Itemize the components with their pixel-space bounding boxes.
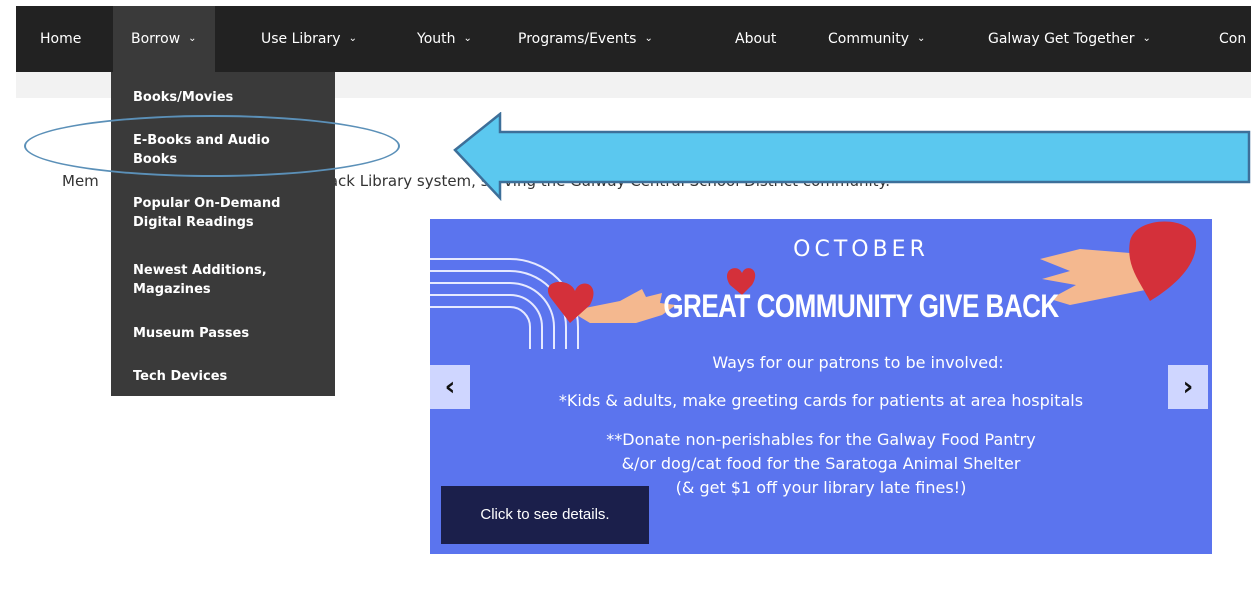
banner-line-1: Ways for our patrons to be involved: <box>712 353 1004 372</box>
nav-contact-label: Con <box>1219 31 1247 47</box>
carousel-next-button[interactable]: › <box>1168 365 1208 409</box>
nav-youth[interactable]: Youth ⌄ <box>417 6 472 72</box>
banner-line-3: **Donate non-perishables for the Galway … <box>606 430 1036 449</box>
banner-line-4: &/or dog/cat food for the Saratoga Anima… <box>621 454 1021 473</box>
dropdown-item-books-movies[interactable]: Books/Movies <box>133 88 323 107</box>
chevron-down-icon: ⌄ <box>644 33 653 44</box>
main-navbar: Home Borrow ⌄ Use Library ⌄ Youth ⌄ Program… <box>16 6 1251 72</box>
carousel-prev-button[interactable]: ‹ <box>430 365 470 409</box>
nav-programs-events-label: Programs/Events <box>518 31 637 47</box>
dropdown-item-tech-devices[interactable]: Tech Devices <box>133 367 323 386</box>
left-arrow-annotation-icon <box>453 112 1251 202</box>
chevron-down-icon: ⌄ <box>463 33 472 44</box>
banner-month: OCTOBER <box>793 237 929 262</box>
dropdown-item-on-demand-readings[interactable]: Popular On-Demand Digital Readings <box>133 194 293 232</box>
highlight-ellipse-annotation <box>24 115 400 177</box>
see-details-button[interactable]: Click to see details. <box>441 486 649 544</box>
chevron-left-icon: ‹ <box>444 372 456 402</box>
dropdown-item-museum-passes[interactable]: Museum Passes <box>133 324 323 343</box>
nav-programs-events[interactable]: Programs/Events ⌄ <box>518 6 653 72</box>
nav-youth-label: Youth <box>417 31 456 47</box>
chevron-down-icon: ⌄ <box>348 33 357 44</box>
nav-use-library-label: Use Library <box>261 31 341 47</box>
banner-line-2: *Kids & adults, make greeting cards for … <box>558 391 1084 410</box>
nav-community[interactable]: Community ⌄ <box>828 6 925 72</box>
nav-about-label: About <box>735 31 777 47</box>
nav-galway-get-together[interactable]: Galway Get Together ⌄ <box>988 6 1151 72</box>
nav-about[interactable]: About <box>735 6 776 72</box>
chevron-down-icon: ⌄ <box>917 33 926 44</box>
tagline-start: Mem <box>62 172 99 190</box>
nav-use-library[interactable]: Use Library ⌄ <box>261 6 357 72</box>
dropdown-item-newest-additions[interactable]: Newest Additions, Magazines <box>133 261 293 299</box>
left-margin <box>0 0 16 594</box>
chevron-down-icon: ⌄ <box>188 33 197 44</box>
nav-community-label: Community <box>828 31 910 47</box>
promo-carousel-slide: OCTOBER GREAT COMMUNITY GIVE BACK Ways f… <box>430 219 1212 554</box>
nav-home[interactable]: Home <box>40 6 81 72</box>
nav-galway-get-together-label: Galway Get Together <box>988 31 1135 47</box>
banner-headline: GREAT COMMUNITY GIVE BACK <box>663 287 1059 325</box>
nav-borrow[interactable]: Borrow ⌄ <box>113 6 215 72</box>
nav-borrow-label: Borrow <box>131 31 181 47</box>
chevron-down-icon: ⌄ <box>1142 33 1151 44</box>
nav-contact-truncated[interactable]: Con <box>1219 6 1246 72</box>
nav-home-label: Home <box>40 31 82 47</box>
chevron-right-icon: › <box>1182 372 1194 402</box>
